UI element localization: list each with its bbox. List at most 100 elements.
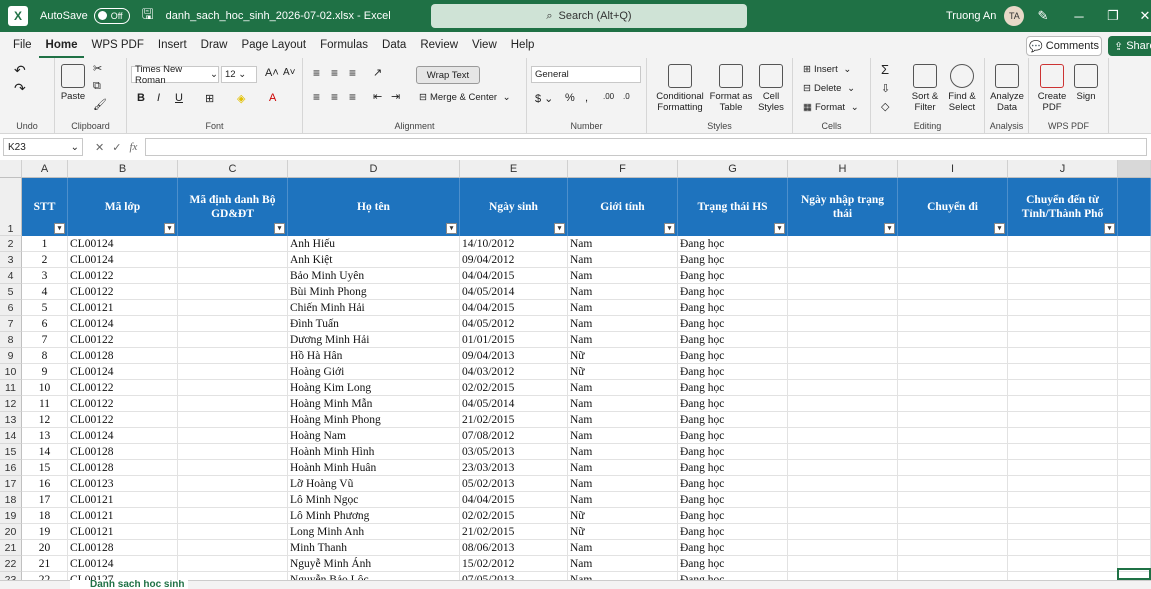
table-cell[interactable]: 12	[22, 412, 68, 428]
table-cell[interactable]	[1008, 284, 1118, 300]
orientation-icon[interactable]: ↗	[373, 66, 382, 79]
row-header[interactable]: 21	[0, 540, 22, 556]
row-header[interactable]: 2	[0, 236, 22, 252]
delete-cells-button[interactable]: ⊟ Delete ⌄	[803, 83, 855, 94]
font-name-select[interactable]: Times New Roman ⌄	[131, 64, 219, 86]
table-cell[interactable]: Đang học	[678, 556, 788, 572]
table-cell[interactable]: Dương Minh Hải	[288, 332, 460, 348]
tab-data[interactable]: Data	[375, 32, 413, 58]
font-size-select[interactable]: 12 ⌄	[221, 66, 257, 83]
column-header-e[interactable]: E	[460, 160, 568, 178]
table-cell[interactable]	[1118, 300, 1151, 316]
table-cell[interactable]: Hoành Minh Huân	[288, 460, 460, 476]
table-cell[interactable]: Lỡ Hoàng Vũ	[288, 476, 460, 492]
table-cell[interactable]	[1118, 524, 1151, 540]
table-cell[interactable]	[898, 444, 1008, 460]
column-header-h[interactable]: H	[788, 160, 898, 178]
table-cell[interactable]	[788, 268, 898, 284]
table-cell[interactable]	[898, 268, 1008, 284]
table-cell[interactable]	[1118, 396, 1151, 412]
align-middle-icon[interactable]: ≡	[331, 66, 338, 80]
table-cell[interactable]	[178, 332, 288, 348]
table-cell[interactable]	[1008, 508, 1118, 524]
table-cell[interactable]	[788, 364, 898, 380]
table-cell[interactable]: Hoành Minh Hình	[288, 444, 460, 460]
table-cell[interactable]: Nam	[568, 412, 678, 428]
conditional-formatting-button[interactable]: Conditional Formatting	[653, 64, 707, 113]
table-cell[interactable]: Nam	[568, 444, 678, 460]
function-icon[interactable]: fx	[129, 141, 137, 153]
table-cell[interactable]: Hoàng Nam	[288, 428, 460, 444]
create-pdf-button[interactable]: Create PDF	[1035, 64, 1069, 113]
table-cell[interactable]: Nam	[568, 556, 678, 572]
table-cell[interactable]: 21	[22, 556, 68, 572]
table-cell[interactable]: Đang học	[678, 236, 788, 252]
table-cell[interactable]: Anh Kiệt	[288, 252, 460, 268]
selected-cell-k23[interactable]	[1117, 568, 1151, 580]
table-cell[interactable]	[1008, 396, 1118, 412]
table-cell[interactable]: 04/03/2012	[460, 364, 568, 380]
table-cell[interactable]: Lô Minh Ngọc	[288, 492, 460, 508]
table-cell[interactable]	[1008, 300, 1118, 316]
table-cell[interactable]	[898, 236, 1008, 252]
table-cell[interactable]: Nam	[568, 252, 678, 268]
table-cell[interactable]	[1118, 540, 1151, 556]
table-cell[interactable]: Đang học	[678, 268, 788, 284]
table-cell[interactable]: Đang học	[678, 348, 788, 364]
bold-button[interactable]: B	[137, 92, 145, 104]
table-cell[interactable]: Nam	[568, 492, 678, 508]
tab-page-layout[interactable]: Page Layout	[234, 32, 313, 58]
table-cell[interactable]	[178, 252, 288, 268]
sign-button[interactable]: Sign	[1071, 64, 1101, 102]
table-cell[interactable]: CL00128	[68, 444, 178, 460]
table-cell[interactable]: 5	[22, 300, 68, 316]
wrap-text-button[interactable]: Wrap Text	[416, 66, 480, 84]
row-header[interactable]: 5	[0, 284, 22, 300]
table-cell[interactable]	[178, 348, 288, 364]
column-header-f[interactable]: F	[568, 160, 678, 178]
table-cell[interactable]: 9	[22, 364, 68, 380]
table-cell[interactable]: Hoàng Minh Mẫn	[288, 396, 460, 412]
table-cell[interactable]: Nam	[568, 268, 678, 284]
table-cell[interactable]: CL00121	[68, 508, 178, 524]
table-cell[interactable]: Bảo Minh Uyên	[288, 268, 460, 284]
table-cell[interactable]	[788, 476, 898, 492]
table-cell[interactable]: Đang học	[678, 396, 788, 412]
table-cell[interactable]	[178, 508, 288, 524]
table-cell[interactable]	[1008, 316, 1118, 332]
filter-dropdown-icon[interactable]: ▾	[664, 223, 675, 234]
table-cell[interactable]	[1118, 316, 1151, 332]
table-cell[interactable]: 17	[22, 492, 68, 508]
row-header[interactable]: 22	[0, 556, 22, 572]
row-header[interactable]: 14	[0, 428, 22, 444]
table-cell[interactable]	[1008, 348, 1118, 364]
name-box[interactable]: K23 ⌄	[3, 138, 83, 156]
table-cell[interactable]	[1118, 444, 1151, 460]
decrease-decimal-icon[interactable]: .0	[623, 92, 630, 101]
table-cell[interactable]	[1008, 540, 1118, 556]
table-cell[interactable]: Đình Tuấn	[288, 316, 460, 332]
table-cell[interactable]	[898, 428, 1008, 444]
autosave-toggle[interactable]: Off	[93, 8, 130, 24]
row-header[interactable]: 19	[0, 508, 22, 524]
table-cell[interactable]	[178, 284, 288, 300]
table-cell[interactable]: Lô Minh Phương	[288, 508, 460, 524]
table-cell[interactable]	[788, 412, 898, 428]
autosum-icon[interactable]: Σ	[881, 62, 889, 77]
table-cell[interactable]	[898, 252, 1008, 268]
filter-dropdown-icon[interactable]: ▾	[994, 223, 1005, 234]
table-cell[interactable]: 10	[22, 380, 68, 396]
row-header[interactable]: 10	[0, 364, 22, 380]
table-cell[interactable]: 20	[22, 540, 68, 556]
tab-view[interactable]: View	[465, 32, 504, 58]
table-cell[interactable]	[1008, 428, 1118, 444]
italic-button[interactable]: I	[157, 92, 160, 104]
table-cell[interactable]	[178, 380, 288, 396]
select-all-corner[interactable]	[0, 160, 22, 178]
table-cell[interactable]: 04/05/2014	[460, 284, 568, 300]
table-cell[interactable]	[788, 284, 898, 300]
table-header-cell[interactable]: Mã định danh Bộ GD&ĐT ▾	[178, 178, 288, 236]
find-select-button[interactable]: Find & Select	[943, 64, 981, 113]
format-cells-button[interactable]: ▦ Format ⌄	[803, 102, 859, 113]
table-cell[interactable]	[178, 396, 288, 412]
